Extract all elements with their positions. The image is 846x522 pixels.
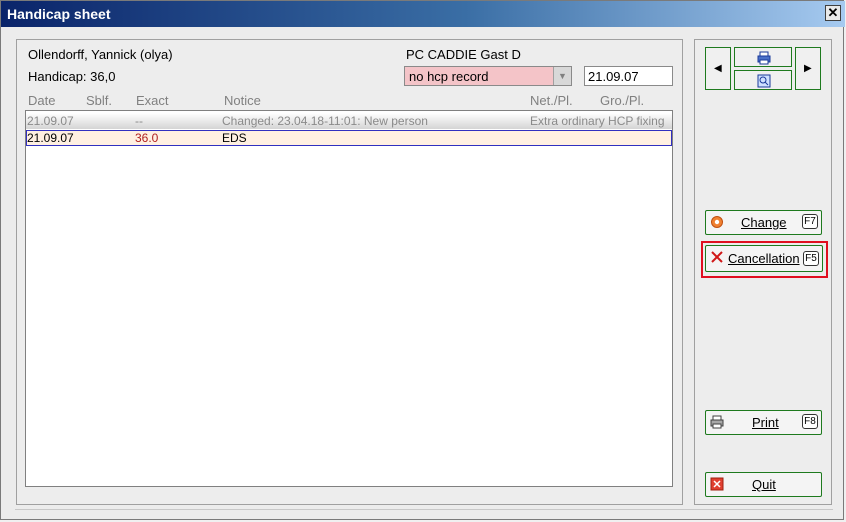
cell-date: 21.09.07 bbox=[27, 131, 74, 145]
print-shortcut: F8 bbox=[802, 414, 818, 429]
cell-notice: Changed: 23.04.18-11:01: New person bbox=[222, 114, 428, 128]
print-list-button[interactable] bbox=[734, 47, 792, 67]
column-header-net[interactable]: Net./Pl. bbox=[530, 93, 573, 108]
handicap-value: Handicap: 36,0 bbox=[28, 69, 116, 84]
cancellation-shortcut: F5 bbox=[803, 251, 819, 266]
column-header-notice[interactable]: Notice bbox=[224, 93, 261, 108]
change-button[interactable]: Change F7 bbox=[705, 210, 822, 235]
close-button[interactable]: ✕ bbox=[825, 5, 841, 21]
next-button[interactable]: ▶ bbox=[795, 47, 821, 90]
person-name: Ollendorff, Yannick (olya) bbox=[28, 47, 173, 62]
cell-exact: -- bbox=[135, 114, 143, 128]
change-shortcut: F7 bbox=[802, 214, 818, 229]
handicap-sheet-window: Handicap sheet ✕ Ollendorff, Yannick (ol… bbox=[0, 0, 845, 520]
cell-net: Extra ordinary HCP fixing bbox=[530, 114, 665, 128]
handicap-list[interactable]: 21.09.07 -- Changed: 23.04.18-11:01: New… bbox=[25, 110, 673, 487]
column-header-gro[interactable]: Gro./Pl. bbox=[600, 93, 644, 108]
printer-icon bbox=[710, 415, 724, 429]
date-field[interactable]: 21.09.07 bbox=[584, 66, 673, 86]
hcp-record-select[interactable]: no hcp record ▼ bbox=[404, 66, 572, 86]
status-bar-divider bbox=[15, 509, 833, 510]
close-icon bbox=[710, 477, 724, 491]
hcp-record-value: no hcp record bbox=[409, 69, 489, 84]
cell-date: 21.09.07 bbox=[27, 114, 74, 128]
close-icon: ✕ bbox=[827, 5, 839, 20]
cell-notice: EDS bbox=[222, 131, 247, 145]
quit-button[interactable]: Quit bbox=[705, 472, 822, 497]
title-bar[interactable]: Handicap sheet ✕ bbox=[1, 1, 845, 27]
search-icon bbox=[757, 74, 771, 88]
table-row[interactable]: 21.09.07 -- Changed: 23.04.18-11:01: New… bbox=[26, 113, 672, 129]
column-header-date[interactable]: Date bbox=[28, 93, 55, 108]
triangle-right-icon: ▶ bbox=[804, 63, 812, 74]
cell-exact: 36.0 bbox=[135, 131, 159, 145]
print-label: Print bbox=[752, 415, 779, 430]
club-label: PC CADDIE Gast D bbox=[406, 47, 521, 62]
change-label: Change bbox=[741, 215, 787, 230]
quit-label: Quit bbox=[752, 477, 776, 492]
triangle-left-icon: ◀ bbox=[714, 63, 722, 74]
print-button[interactable]: Print F8 bbox=[705, 410, 822, 435]
search-button[interactable] bbox=[734, 70, 792, 90]
chevron-down-icon[interactable]: ▼ bbox=[553, 67, 571, 85]
cancellation-label: Cancellation bbox=[728, 251, 800, 266]
column-header-exact[interactable]: Exact bbox=[136, 93, 169, 108]
table-row-selected[interactable]: 21.09.07 36.0 EDS bbox=[26, 130, 672, 146]
x-icon bbox=[711, 251, 723, 263]
cancellation-button[interactable]: Cancellation F5 bbox=[705, 245, 823, 272]
column-header-sblf[interactable]: Sblf. bbox=[86, 93, 112, 108]
previous-button[interactable]: ◀ bbox=[705, 47, 731, 90]
window-title: Handicap sheet bbox=[7, 6, 111, 22]
target-icon bbox=[711, 216, 723, 228]
printer-icon bbox=[757, 51, 771, 65]
